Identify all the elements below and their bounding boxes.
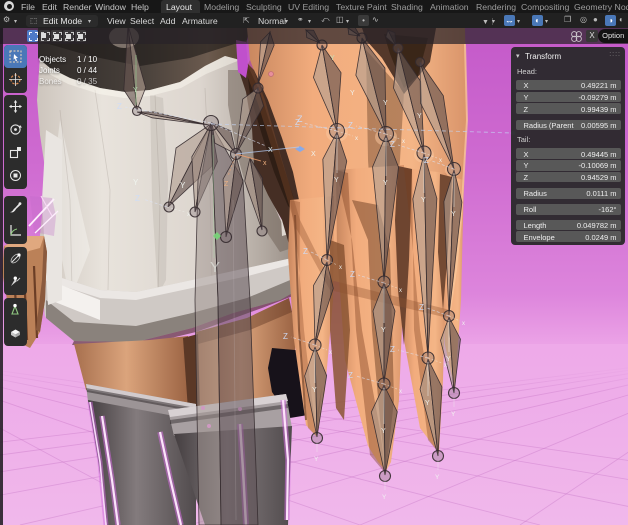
svg-text:Y: Y (334, 177, 339, 184)
svg-text:Z: Z (117, 102, 122, 111)
svg-text:Y: Y (133, 87, 138, 94)
svg-text:x: x (399, 288, 402, 294)
svg-text:Y: Y (451, 211, 456, 218)
svg-text:Y: Y (435, 474, 440, 481)
svg-text:X: X (311, 151, 316, 158)
svg-text:x: x (399, 389, 402, 395)
svg-text:x: x (444, 363, 447, 369)
svg-text:Y: Y (425, 400, 430, 407)
svg-text:Z: Z (419, 303, 424, 312)
svg-text:Y: Y (312, 387, 317, 394)
svg-text:Z: Z (303, 247, 308, 256)
svg-text:Y: Y (350, 90, 355, 97)
svg-text:Z: Z (390, 345, 395, 354)
svg-text:x: x (187, 212, 190, 218)
svg-text:x: x (339, 265, 342, 271)
svg-text:Y: Y (446, 356, 451, 363)
svg-text:Y: Y (417, 113, 422, 120)
svg-text:Z: Z (348, 371, 353, 380)
svg-text:Y: Y (180, 181, 186, 190)
svg-text:Y: Y (451, 411, 456, 418)
svg-text:x: x (355, 136, 358, 142)
svg-text:Y: Y (382, 494, 387, 501)
svg-text:Z: Z (390, 140, 395, 149)
svg-text:x: x (439, 158, 442, 164)
svg-text:Z: Z (350, 270, 355, 279)
svg-text:Y: Y (133, 178, 139, 187)
svg-text:Y: Y (210, 259, 220, 276)
svg-text:Y: Y (330, 55, 335, 62)
svg-text:x: x (263, 160, 267, 167)
svg-text:Z: Z (348, 121, 353, 130)
svg-text:Z: Z (283, 332, 288, 341)
svg-text:x: x (402, 139, 405, 145)
svg-text:Y: Y (381, 428, 386, 435)
svg-text:Y: Y (383, 180, 388, 187)
svg-text:Z: Z (224, 181, 229, 188)
svg-text:Z: Z (135, 194, 140, 203)
svg-text:Y: Y (383, 100, 388, 107)
svg-text:Y: Y (421, 197, 426, 204)
svg-text:Y: Y (381, 327, 386, 334)
svg-text:x: x (462, 321, 465, 327)
svg-text:Z: Z (424, 156, 429, 165)
svg-text:Y: Y (314, 456, 319, 463)
svg-text:Z: Z (295, 118, 300, 127)
svg-text:x: x (329, 350, 332, 356)
